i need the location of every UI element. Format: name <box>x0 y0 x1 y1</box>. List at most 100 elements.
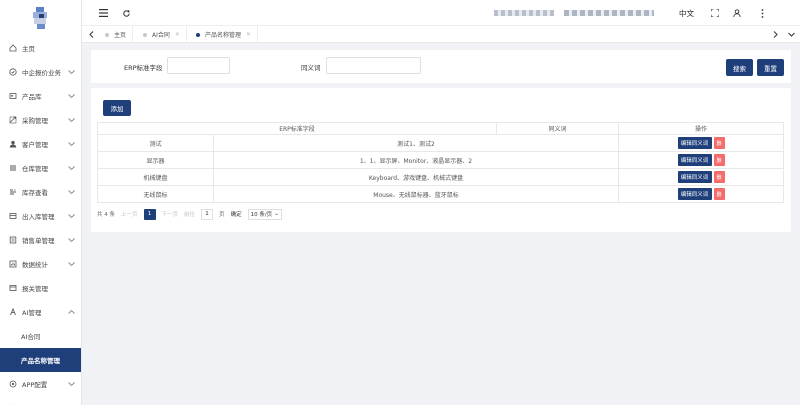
sidebar-item-ai[interactable]: AI管理 <box>0 300 81 324</box>
sidebar-item-sales[interactable]: 销售单管理 <box>0 228 81 252</box>
column-header-erp: ERP标准字段 <box>97 122 497 135</box>
chevron-down-icon <box>68 141 75 148</box>
tab-label: 产品名称管理 <box>205 32 242 39</box>
tab-dot <box>196 32 200 37</box>
search-button[interactable]: 搜索 <box>726 59 753 76</box>
chevron-down-icon <box>68 165 75 172</box>
tabs-scroll-left-icon[interactable] <box>86 29 96 39</box>
delete-button[interactable]: 删 <box>713 188 725 200</box>
delete-button[interactable]: 删 <box>713 154 725 166</box>
page-unit: 页 <box>219 212 225 218</box>
more-vertical-icon[interactable] <box>755 6 769 20</box>
tab-close-icon[interactable]: ✕ <box>175 31 180 38</box>
shield-icon <box>8 68 17 77</box>
table-panel: 添加 ERP标准字段 同义词 操作 测试 测试1、测试2 编辑同义词删显示器 1、1、… <box>91 88 791 232</box>
tab-home[interactable]: 主页 <box>99 26 134 43</box>
erp-field-cell: 显示器 <box>97 151 214 169</box>
tab-close-icon[interactable]: ✕ <box>246 31 251 38</box>
synonym-input[interactable] <box>326 57 421 74</box>
tabs-scroll-right-icon[interactable] <box>770 29 780 39</box>
sidebar-item-label: 库存查看 <box>22 189 48 197</box>
edit-synonyms-button[interactable]: 编辑同义词 <box>677 171 712 183</box>
tabs-dropdown-icon[interactable] <box>786 29 796 39</box>
edit-synonyms-button[interactable]: 编辑同义词 <box>677 154 712 166</box>
prev-page-button[interactable]: 上一页 <box>121 210 138 218</box>
sidebar-item-home[interactable]: 主页 <box>0 36 81 60</box>
tab-dot <box>143 32 147 37</box>
sales-icon <box>8 236 17 245</box>
tab-bar: 主页 AI合同 ✕ 产品名称管理 ✕ <box>82 26 800 43</box>
tab-label: AI合同 <box>152 32 170 39</box>
user-icon[interactable] <box>730 6 744 20</box>
erp-field-input[interactable] <box>167 57 230 74</box>
sidebar-item-customs[interactable]: 报关管理 <box>0 276 81 300</box>
sidebar-item-label: 主页 <box>22 45 35 53</box>
synonyms-cell: Keyboard、游戏键盘、机械式键盘 <box>213 168 619 186</box>
sidebar-item-label: 中企报价业务 <box>22 69 61 77</box>
chevron-down-icon <box>68 237 75 244</box>
reset-button[interactable]: 重置 <box>757 59 784 76</box>
warehouse-icon <box>8 164 17 173</box>
sidebar-item-sub-13[interactable]: 产品名称管理 <box>0 348 81 372</box>
cart-icon <box>8 116 17 125</box>
user-icon <box>8 140 17 149</box>
page-size-select[interactable]: 10 条/页 ⌄ <box>247 208 282 220</box>
chevron-down-icon <box>68 69 75 76</box>
page-size-value: 10 条/页 <box>250 212 273 218</box>
logo[interactable] <box>0 0 81 36</box>
sidebar-item-label: 产品库 <box>22 93 42 101</box>
goto-label: 前往 <box>184 212 196 218</box>
refresh-icon[interactable] <box>119 6 133 20</box>
product-icon <box>8 92 17 101</box>
actions-cell: 编辑同义词删 <box>618 151 784 169</box>
chevron-down-icon <box>68 261 75 268</box>
ai-icon <box>8 308 17 317</box>
sidebar-item-cart[interactable]: 采购管理 <box>0 108 81 132</box>
synonyms-cell: 1、1、显示屏、Monitor、液晶显示器、2 <box>213 151 619 169</box>
sidebar-item-inout[interactable]: 出入库管理 <box>0 204 81 228</box>
actions-cell: 编辑同义词删 <box>618 134 784 152</box>
chevron-down-icon: ⌄ <box>274 211 279 217</box>
sidebar-item-stock[interactable]: 库存查看 <box>0 180 81 204</box>
sidebar-item-label: 数据统计 <box>22 261 48 269</box>
synonym-label: 同义词 <box>301 64 321 72</box>
synonym-table: ERP标准字段 同义词 操作 测试 测试1、测试2 编辑同义词删显示器 1、1、显示屏… <box>97 122 784 203</box>
column-header-synonym: 同义词 <box>496 122 619 135</box>
goto-confirm-button[interactable]: 确定 <box>231 210 242 218</box>
sidebar-item-label: 产品名称管理 <box>21 357 60 365</box>
next-page-button[interactable]: 下一页 <box>162 210 179 218</box>
delete-button[interactable]: 删 <box>713 171 725 183</box>
sidebar-item-label: 报关管理 <box>22 285 48 293</box>
goto-page-input[interactable]: 1 <box>201 208 214 220</box>
sidebar-item-sub-12[interactable]: AI合同 <box>0 324 81 348</box>
sidebar-item-product[interactable]: 产品库 <box>0 84 81 108</box>
sidebar-menu: 主页中企报价业务 产品库采购管理客户管理仓库管理库存查看出入库管理销售单管理数据统… <box>0 36 81 405</box>
chevron-down-icon <box>68 381 75 388</box>
current-page[interactable]: 1 <box>143 208 156 220</box>
erp-field-cell: 无线鼠标 <box>97 185 214 203</box>
erp-field-cell: 测试 <box>97 134 214 152</box>
logo-icon <box>30 5 52 31</box>
sidebar-item-chart[interactable]: 数据统计 <box>0 252 81 276</box>
sidebar-item-shield[interactable]: 中企报价业务 <box>0 60 81 84</box>
menu-toggle-icon[interactable] <box>96 6 110 20</box>
sidebar-item-warehouse[interactable]: 仓库管理 <box>0 156 81 180</box>
sidebar: 主页中企报价业务 产品库采购管理客户管理仓库管理库存查看出入库管理销售单管理数据统… <box>0 0 82 405</box>
add-button[interactable]: 添加 <box>103 100 131 116</box>
tab-product-name-management[interactable]: 产品名称管理 ✕ <box>190 26 259 43</box>
sidebar-item-user[interactable]: 客户管理 <box>0 132 81 156</box>
language-switch[interactable]: 中文 <box>679 8 694 19</box>
edit-synonyms-button[interactable]: 编辑同义词 <box>677 137 712 149</box>
delete-button[interactable]: 删 <box>713 137 725 149</box>
sidebar-item-settings[interactable]: 系统管理 <box>0 396 81 405</box>
synonyms-cell: 测试1、测试2 <box>213 134 619 152</box>
edit-synonyms-button[interactable]: 编辑同义词 <box>677 188 712 200</box>
fullscreen-icon[interactable] <box>708 6 722 20</box>
sidebar-item-app[interactable]: APP配置 <box>0 372 81 396</box>
sidebar-item-label: 销售单管理 <box>22 237 55 245</box>
pagination: 共 4 条 上一页 1 下一页 前往 1 页 确定 10 条/页 ⌄ <box>97 208 288 220</box>
table-row: 测试 测试1、测试2 编辑同义词删 <box>97 134 784 152</box>
sidebar-item-label: AI管理 <box>22 309 42 317</box>
tab-ai-contract[interactable]: AI合同 ✕ <box>137 26 187 43</box>
sidebar-item-label: 客户管理 <box>22 141 48 149</box>
